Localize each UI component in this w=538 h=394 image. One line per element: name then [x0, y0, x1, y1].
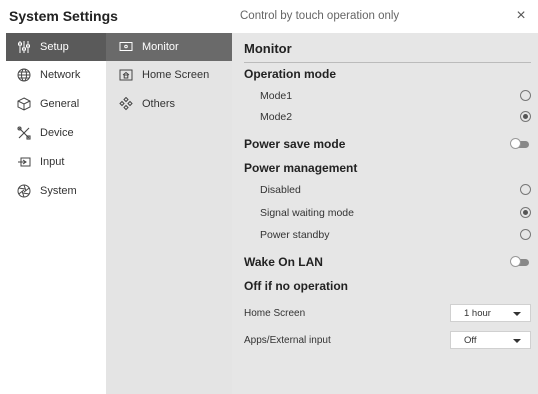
disabled-radio[interactable]: [520, 184, 531, 195]
subnav-item-label: Others: [142, 98, 176, 110]
tools-icon: [16, 125, 32, 141]
nav-item-label: Network: [40, 69, 81, 81]
power-standby-label: Power standby: [260, 229, 330, 241]
close-button[interactable]: ×: [512, 7, 530, 25]
close-icon: ×: [516, 7, 526, 24]
sliders-icon: [16, 39, 32, 55]
settings-panel: Monitor Operation mode Mode1 Mode2 Power…: [232, 33, 538, 394]
caret-down-icon: [513, 339, 521, 343]
select-value: 1 hour: [464, 308, 491, 319]
nav-item-general[interactable]: General: [6, 90, 106, 118]
nav-item-label: Device: [40, 127, 74, 139]
diamonds-icon: [118, 96, 134, 112]
nav-item-system[interactable]: System: [6, 177, 106, 205]
mode1-label: Mode1: [260, 90, 293, 102]
monitor-icon: [118, 39, 134, 55]
input-icon: [16, 154, 32, 170]
caret-down-icon: [513, 312, 521, 316]
home-screen-label: Home Screen: [244, 308, 306, 319]
nav-item-label: System: [40, 185, 77, 197]
subnav-item-label: Monitor: [142, 41, 179, 53]
nav-item-label: Setup: [40, 41, 69, 53]
mode2-radio[interactable]: [520, 111, 531, 122]
mode1-radio[interactable]: [520, 90, 531, 101]
wake-on-lan-label: Wake On LAN: [244, 255, 323, 269]
power-save-toggle[interactable]: [510, 138, 530, 149]
nav-item-network[interactable]: Network: [6, 61, 106, 89]
apps-external-input-select[interactable]: Off: [450, 331, 531, 349]
globe-icon: [16, 67, 32, 83]
title-bar: System Settings Control by touch operati…: [0, 0, 538, 33]
home-icon: [118, 67, 134, 83]
mode2-label: Mode2: [260, 111, 293, 123]
off-if-no-operation-heading: Off if no operation: [244, 279, 348, 293]
nav-item-setup[interactable]: Setup: [6, 33, 106, 61]
sub-nav: Monitor Home Screen Others: [106, 33, 232, 394]
power-standby-radio[interactable]: [520, 229, 531, 240]
wake-on-lan-toggle[interactable]: [510, 256, 530, 267]
aperture-icon: [16, 183, 32, 199]
subnav-item-others[interactable]: Others: [106, 90, 232, 118]
signal-waiting-label: Signal waiting mode: [260, 207, 354, 219]
apps-external-input-label: Apps/External input: [244, 335, 331, 346]
select-value: Off: [464, 335, 477, 346]
nav-item-label: General: [40, 98, 80, 110]
power-management-heading: Power management: [244, 161, 358, 175]
toggle-knob: [510, 138, 521, 149]
touch-hint: Control by touch operation only: [240, 10, 400, 22]
nav-item-input[interactable]: Input: [6, 148, 106, 176]
subnav-item-label: Home Screen: [142, 69, 210, 81]
app-title: System Settings: [9, 8, 118, 24]
subnav-item-home-screen[interactable]: Home Screen: [106, 61, 232, 89]
panel-title: Monitor: [244, 41, 292, 56]
operation-mode-heading: Operation mode: [244, 67, 337, 81]
disabled-label: Disabled: [260, 184, 301, 196]
nav-item-label: Input: [40, 156, 65, 168]
divider: [244, 62, 531, 63]
nav-item-device[interactable]: Device: [6, 119, 106, 147]
subnav-item-monitor[interactable]: Monitor: [106, 33, 232, 61]
main-nav: Setup Network General Device Input Syste…: [6, 33, 106, 394]
home-screen-select[interactable]: 1 hour: [450, 304, 531, 322]
signal-waiting-radio[interactable]: [520, 207, 531, 218]
power-save-label: Power save mode: [244, 137, 346, 151]
toggle-knob: [510, 256, 521, 267]
cube-icon: [16, 96, 32, 112]
